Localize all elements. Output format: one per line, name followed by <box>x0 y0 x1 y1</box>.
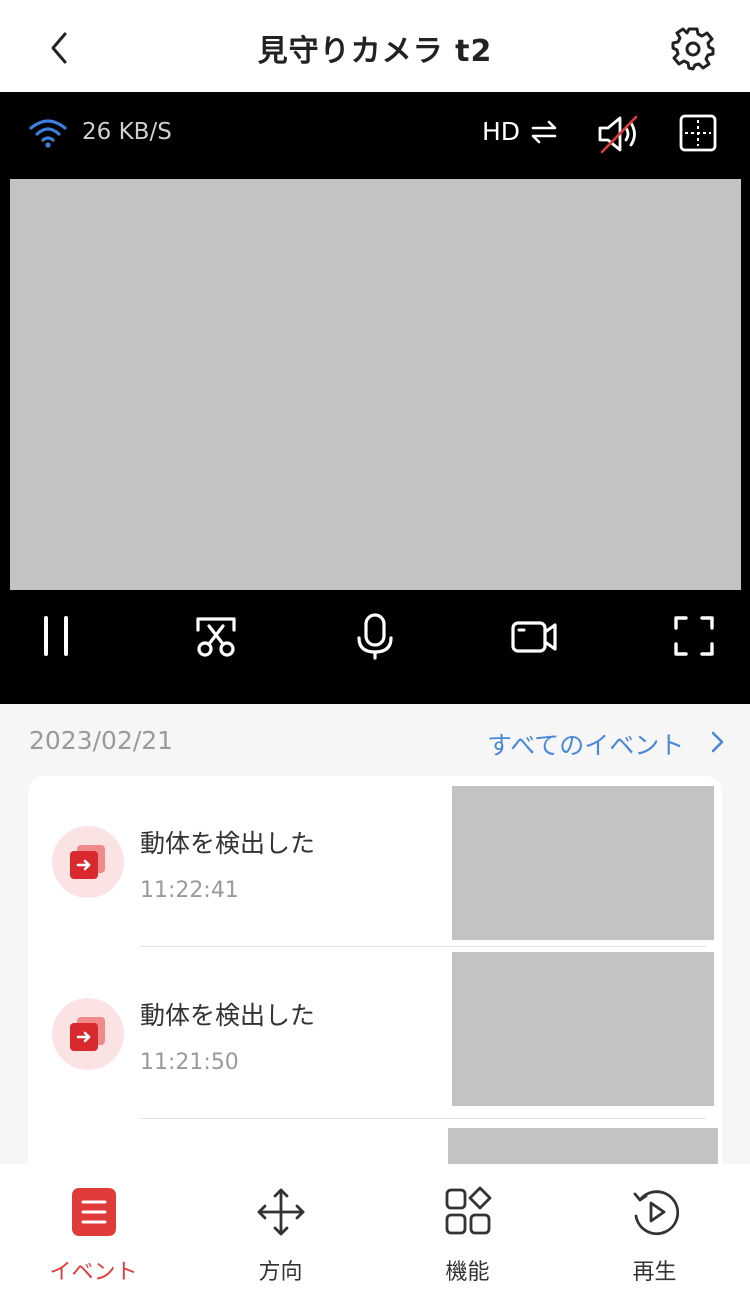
events-section: 2023/02/21 すべてのイベント 動体を検出した 11:22:41 動体を… <box>0 704 750 1164</box>
fullscreen-icon[interactable] <box>670 612 718 660</box>
screenshot-icon[interactable] <box>192 612 240 660</box>
direction-icon <box>257 1188 305 1236</box>
nav-tab-features[interactable]: 機能 <box>374 1164 561 1298</box>
event-title: 動体を検出した <box>140 1001 316 1030</box>
quality-toggle[interactable]: HD <box>482 117 520 146</box>
speaker-muted-icon[interactable] <box>596 114 640 154</box>
divider <box>140 1118 706 1119</box>
page-title: 見守りカメラ t2 <box>257 34 493 69</box>
event-title: 動体を検出した <box>140 829 316 858</box>
events-date: 2023/02/21 <box>29 726 174 755</box>
gear-icon <box>671 27 715 71</box>
video-feed[interactable] <box>10 179 741 590</box>
pause-icon[interactable] <box>32 612 80 660</box>
features-icon <box>445 1186 492 1235</box>
nav-label: 機能 <box>445 1260 490 1285</box>
playback-icon <box>633 1190 679 1236</box>
event-row[interactable]: 動体を検出した 11:22:41 <box>28 776 722 946</box>
motion-detected-icon <box>70 845 105 879</box>
grid-view-icon[interactable] <box>679 114 717 152</box>
event-time: 11:21:50 <box>140 1050 239 1075</box>
wifi-icon <box>29 119 67 148</box>
swap-icon[interactable] <box>530 119 558 145</box>
event-icon <box>72 1188 116 1236</box>
live-player: 26 KB/S HD <box>0 92 750 704</box>
motion-detected-icon <box>70 1017 105 1051</box>
player-controls <box>0 612 750 684</box>
event-time: 11:22:41 <box>140 878 239 903</box>
event-thumbnail[interactable] <box>452 786 714 940</box>
event-row[interactable]: 動体を検出した 11:21:50 <box>28 948 722 1118</box>
record-video-icon[interactable] <box>510 612 558 660</box>
settings-button[interactable] <box>670 26 716 72</box>
bottom-navigation: イベント 方向 機能 再生 <box>0 1164 750 1298</box>
event-icon-badge <box>52 826 124 898</box>
chevron-right-icon[interactable] <box>708 730 726 754</box>
top-bar: 見守りカメラ t2 <box>0 0 750 92</box>
microphone-icon[interactable] <box>351 612 399 660</box>
nav-tab-direction[interactable]: 方向 <box>187 1164 374 1298</box>
event-thumbnail[interactable] <box>452 952 714 1106</box>
event-icon-badge <box>52 998 124 1070</box>
event-thumbnail[interactable] <box>448 1128 718 1164</box>
event-row[interactable] <box>28 1128 722 1164</box>
player-status-bar: 26 KB/S HD <box>0 92 750 178</box>
divider <box>140 946 706 947</box>
nav-tab-playback[interactable]: 再生 <box>561 1164 748 1298</box>
all-events-link[interactable]: すべてのイベント <box>487 726 684 762</box>
bitrate-readout: 26 KB/S <box>82 119 172 145</box>
nav-label: イベント <box>49 1260 138 1285</box>
events-list: 動体を検出した 11:22:41 動体を検出した 11:21:50 <box>28 776 722 1164</box>
nav-tab-events[interactable]: イベント <box>0 1164 187 1298</box>
nav-label: 方向 <box>258 1260 303 1285</box>
nav-label: 再生 <box>632 1260 677 1285</box>
